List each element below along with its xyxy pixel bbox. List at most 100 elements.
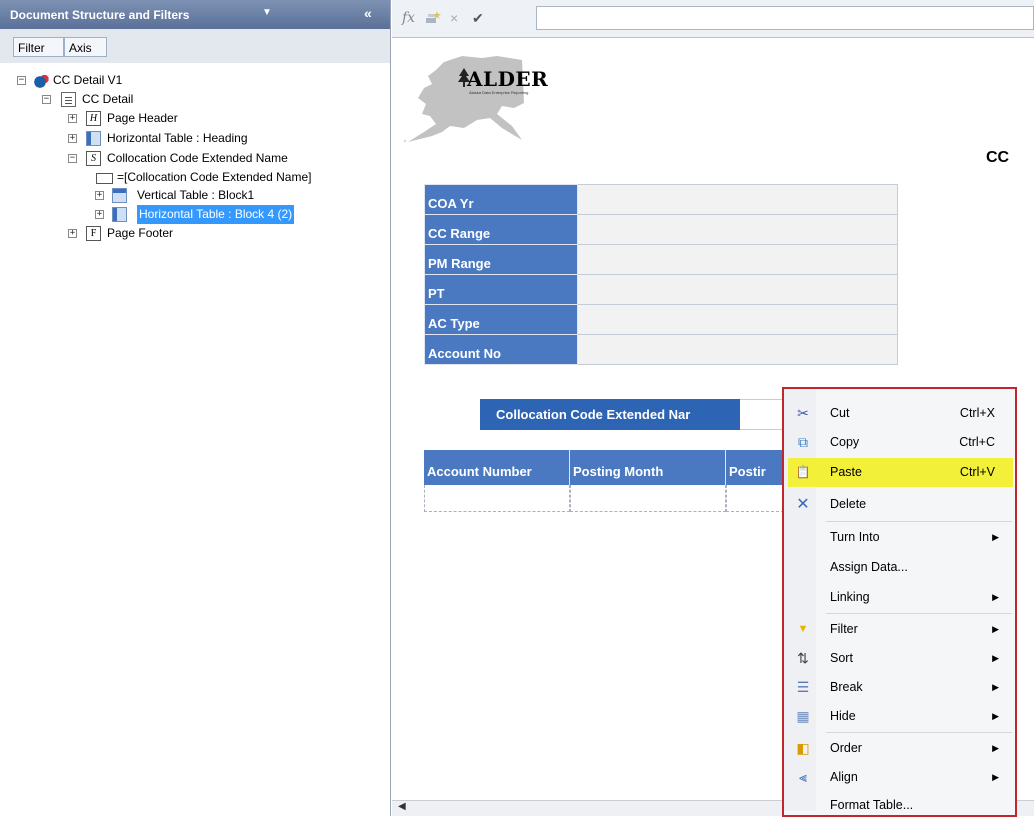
menu-item-turn-into[interactable]: Turn Into ▶	[788, 523, 1013, 552]
prompt-value[interactable]	[577, 244, 898, 275]
menu-item-label: Align	[830, 770, 858, 784]
prompt-value[interactable]	[577, 184, 898, 215]
prompt-value[interactable]	[577, 334, 898, 365]
panel-menu-arrow-icon[interactable]: ▼	[262, 7, 272, 18]
formula-input[interactable]	[536, 6, 1034, 30]
tree-item-label: Page Footer	[107, 226, 174, 240]
table-row[interactable]: PT	[424, 274, 898, 305]
table-row[interactable]: Account No	[424, 334, 898, 365]
panel-title[interactable]: Document Structure and Filters	[10, 8, 189, 22]
menu-item-sort[interactable]: ⇅ Sort ▶	[788, 644, 1013, 673]
prompt-label: Account No	[424, 334, 578, 365]
section-header-cell[interactable]: Collocation Code Extended Nar	[480, 399, 740, 430]
validate-formula-icon[interactable]: ✔	[472, 10, 484, 27]
page-header-icon: H	[86, 111, 101, 126]
tab-filter[interactable]: Filter	[13, 37, 64, 57]
sort-icon: ⇅	[797, 650, 809, 666]
menu-shortcut: Ctrl+X	[959, 406, 995, 420]
prompt-value[interactable]	[577, 214, 898, 245]
expand-icon[interactable]: +	[95, 191, 104, 200]
tree-item-cc-detail-v1[interactable]: − CC Detail V1	[0, 71, 380, 90]
tree-item-page-header[interactable]: + H Page Header	[0, 109, 380, 128]
submenu-arrow-icon: ▶	[992, 772, 999, 782]
menu-item-label: Cut	[830, 406, 850, 420]
alder-tagline: Alaska Data Enterprise Reporting	[469, 90, 529, 95]
menu-item-label: Linking	[830, 590, 870, 604]
context-menu: ✂ Cut Ctrl+X ⧉ Copy Ctrl+C 📋 Paste Ctrl+…	[782, 387, 1017, 817]
collapse-icon[interactable]: −	[42, 95, 51, 104]
submenu-arrow-icon: ▶	[992, 743, 999, 753]
tree-item-horizontal-table-block4[interactable]: + Horizontal Table : Block 4 (2)	[0, 205, 380, 224]
formula-editor-icon[interactable]: fx	[402, 10, 415, 26]
table-cell[interactable]	[424, 485, 570, 512]
tree-item-horizontal-table-heading[interactable]: + Horizontal Table : Heading	[0, 129, 380, 148]
table-row[interactable]: AC Type	[424, 304, 898, 335]
table-row[interactable]: COA Yr	[424, 184, 898, 215]
tree-item-collocation-section[interactable]: − S Collocation Code Extended Name	[0, 149, 380, 168]
table-row[interactable]: PM Range	[424, 244, 898, 275]
expand-icon[interactable]: +	[68, 134, 77, 143]
expand-icon[interactable]: +	[68, 114, 77, 123]
column-header[interactable]: Posting Month	[570, 450, 726, 485]
insert-variable-icon[interactable]	[425, 10, 441, 27]
table-cell[interactable]	[570, 485, 726, 512]
menu-item-paste[interactable]: 📋 Paste Ctrl+V	[788, 458, 1013, 487]
submenu-arrow-icon: ▶	[992, 592, 999, 602]
prompt-value[interactable]	[577, 274, 898, 305]
expand-icon[interactable]: +	[68, 229, 77, 238]
scroll-left-icon[interactable]: ◀	[398, 801, 406, 812]
tree-item-label: CC Detail	[82, 92, 134, 106]
tab-axis[interactable]: Axis	[64, 37, 107, 57]
collapse-panel-button[interactable]: «	[364, 5, 372, 21]
menu-item-delete[interactable]: ✕ Delete	[788, 490, 1013, 519]
menu-item-label: Break	[830, 680, 863, 694]
tree-item-label: =[Collocation Code Extended Name]	[117, 170, 312, 184]
tree-item-cell[interactable]: =[Collocation Code Extended Name]	[0, 168, 390, 187]
column-header[interactable]: Postir	[726, 450, 784, 485]
menu-shortcut: Ctrl+C	[959, 435, 995, 449]
menu-item-label: Turn Into	[830, 530, 880, 544]
copy-icon: ⧉	[798, 434, 808, 450]
column-header[interactable]: Account Number	[424, 450, 570, 485]
expand-icon[interactable]: +	[95, 210, 104, 219]
cancel-formula-icon[interactable]: ×	[450, 10, 458, 26]
prompt-label: PM Range	[424, 244, 578, 275]
alaska-map-logo	[403, 56, 524, 143]
prompt-label: COA Yr	[424, 184, 578, 215]
tree-item-label: Collocation Code Extended Name	[107, 151, 288, 165]
section-icon: S	[86, 151, 101, 166]
menu-separator	[826, 521, 1012, 522]
menu-item-label: Filter	[830, 622, 858, 636]
tree-item-label: Horizontal Table : Block 4 (2)	[137, 205, 295, 224]
menu-item-label: Sort	[830, 651, 853, 665]
table-row[interactable]: CC Range	[424, 214, 898, 245]
collapse-icon[interactable]: −	[68, 154, 77, 163]
collapse-icon[interactable]: −	[17, 76, 26, 85]
break-icon: ☰	[796, 679, 810, 695]
menu-item-cut[interactable]: ✂ Cut Ctrl+X	[788, 399, 1013, 428]
tree-item-cc-detail[interactable]: − CC Detail	[0, 90, 380, 109]
table-cell[interactable]	[726, 485, 784, 512]
menu-item-order[interactable]: ◧ Order ▶	[788, 734, 1013, 763]
cell-icon	[96, 173, 113, 184]
menu-item-label: Hide	[830, 709, 856, 723]
prompt-value[interactable]	[577, 304, 898, 335]
menu-item-hide[interactable]: ▦ Hide ▶	[788, 702, 1013, 731]
document-structure-panel: Document Structure and Filters ▼ « Filte…	[0, 0, 391, 816]
menu-item-label: Paste	[830, 465, 862, 479]
menu-item-label: Assign Data...	[830, 560, 908, 574]
menu-item-assign-data[interactable]: Assign Data...	[788, 553, 1013, 582]
alder-logo-text: ALDER	[467, 67, 549, 91]
menu-item-linking[interactable]: Linking ▶	[788, 583, 1013, 612]
menu-item-label: Copy	[830, 435, 860, 449]
menu-item-copy[interactable]: ⧉ Copy Ctrl+C	[788, 428, 1013, 457]
menu-item-filter[interactable]: ▼ Filter ▶	[788, 615, 1013, 644]
tree-item-vertical-table[interactable]: + Vertical Table : Block1	[0, 186, 380, 205]
document-icon	[61, 92, 76, 107]
tree-item-page-footer[interactable]: + F Page Footer	[0, 224, 380, 243]
prompts-table[interactable]: COA Yr CC Range PM Range PT AC Type Acco…	[424, 184, 898, 365]
menu-item-break[interactable]: ☰ Break ▶	[788, 673, 1013, 702]
page-footer-icon: F	[86, 226, 101, 241]
menu-item-align[interactable]: ⫷ Align ▶	[788, 763, 1013, 792]
prompt-label: AC Type	[424, 304, 578, 335]
